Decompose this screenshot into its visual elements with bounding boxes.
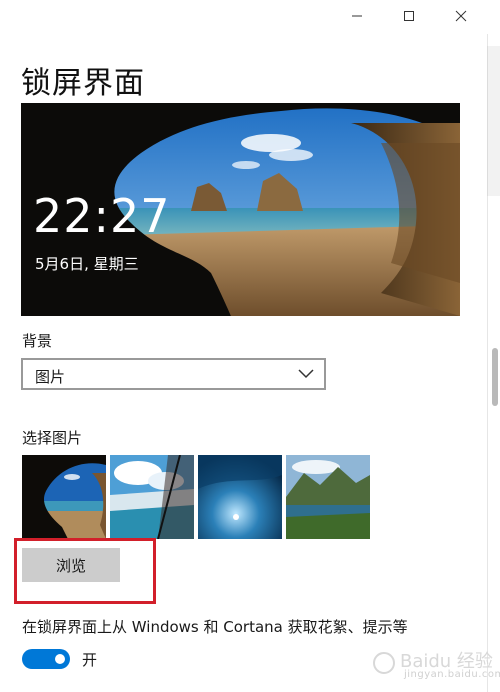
spotlight-option-text: 在锁屏界面上从 Windows 和 Cortana 获取花絮、提示等 (22, 618, 408, 636)
scrollbar-region (487, 46, 500, 196)
preview-time: 22:27 (33, 189, 171, 243)
thumbnail-cave-beach[interactable] (22, 455, 106, 539)
thumbnail-image (22, 455, 106, 539)
minimize-button[interactable] (334, 0, 380, 32)
toggle-state-label: 开 (82, 651, 98, 669)
background-label: 背景 (22, 332, 53, 350)
thumbnail-mountain-lake[interactable] (286, 455, 370, 539)
background-dropdown-value: 图片 (35, 368, 66, 386)
watermark-url: jingyan.baidu.com (404, 669, 500, 680)
title-bar (0, 0, 500, 34)
toggle-knob (55, 654, 65, 664)
choose-picture-label: 选择图片 (22, 429, 83, 447)
baidu-watermark: Baidu 经验 jingyan.baidu.com (364, 645, 500, 685)
background-dropdown[interactable]: 图片 (21, 358, 326, 390)
chevron-down-icon (298, 369, 314, 379)
scrollbar-thumb[interactable] (492, 348, 498, 406)
close-button[interactable] (438, 0, 484, 32)
thumbnail-snow-window[interactable] (110, 455, 194, 539)
close-icon (455, 10, 467, 22)
thumbnail-image (198, 455, 282, 539)
maximize-icon (404, 11, 414, 21)
lock-screen-preview: 22:27 5月6日, 星期三 (21, 103, 460, 316)
thumbnail-ice-cave[interactable] (198, 455, 282, 539)
thumbnail-image (110, 455, 194, 539)
highlight-box (14, 538, 156, 604)
spotlight-toggle[interactable] (22, 649, 70, 669)
preview-date: 5月6日, 星期三 (35, 255, 139, 273)
thumbnail-image (286, 455, 370, 539)
minimize-icon (352, 15, 362, 17)
maximize-button[interactable] (386, 0, 432, 32)
page-title: 锁屏界面 (21, 66, 145, 101)
